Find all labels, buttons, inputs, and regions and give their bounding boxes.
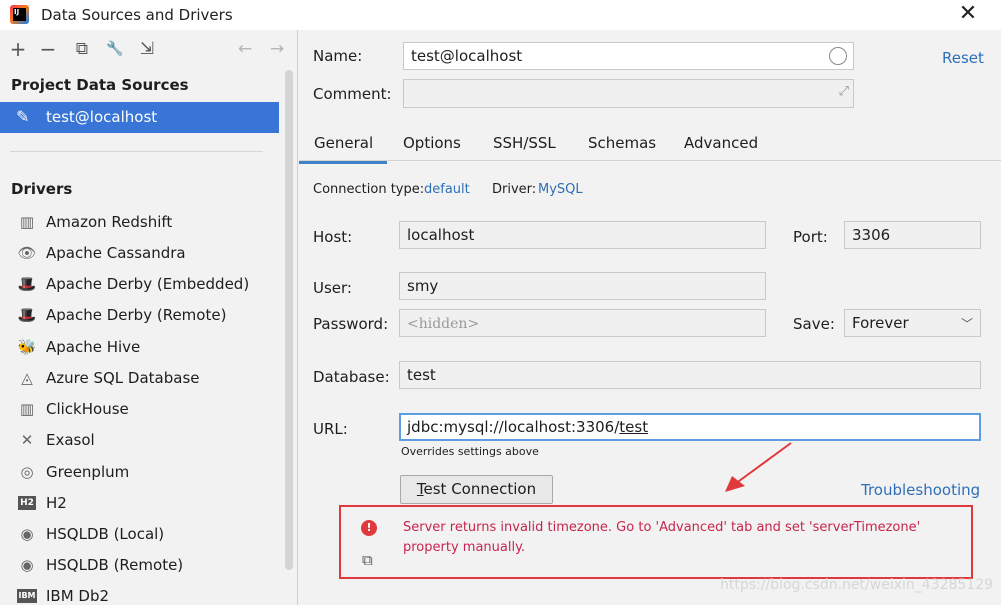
driver-label: Driver: [492, 182, 537, 197]
duplicate-icon[interactable]: ⧉ [71, 38, 93, 60]
driver-item[interactable]: 🐝 Apache Hive [0, 332, 280, 362]
active-tab-indicator [299, 161, 387, 164]
user-input[interactable]: smy [399, 272, 766, 300]
driver-item[interactable]: H2 H2 [0, 488, 280, 518]
back-arrow-icon[interactable]: ← [234, 38, 256, 60]
url-input[interactable]: jdbc:mysql://localhost:3306/test [399, 413, 981, 441]
password-input[interactable]: <hidden> [399, 309, 766, 337]
tab-general[interactable]: General [314, 134, 373, 152]
derby-hat-icon: 🎩 [17, 306, 37, 324]
azure-icon: ◬ [21, 369, 33, 387]
driver-item[interactable]: IBM IBM Db2 [0, 581, 280, 605]
mysql-dolphin-icon: ✎ [16, 107, 30, 126]
window-title: Data Sources and Drivers [41, 6, 233, 24]
tab-schemas[interactable]: Schemas [588, 134, 656, 152]
tab-bar: General Options SSH/SSL Schemas Advanced [299, 125, 1001, 161]
database-input[interactable]: test [399, 361, 981, 389]
driver-item[interactable]: ▥ Amazon Redshift [0, 207, 280, 237]
tab-ssh-ssl[interactable]: SSH/SSL [493, 134, 556, 152]
driver-item[interactable]: 👁 Apache Cassandra [0, 238, 280, 268]
host-input[interactable]: localhost [399, 221, 766, 249]
amazon-redshift-icon: ▥ [19, 213, 35, 231]
add-icon[interactable]: + [7, 38, 29, 60]
import-icon[interactable]: ⇲ [136, 38, 158, 60]
comment-input[interactable]: ⤢ [403, 79, 854, 108]
url-label: URL: [313, 420, 348, 438]
name-label: Name: [313, 47, 363, 65]
expand-icon[interactable]: ⤢ [839, 84, 849, 99]
troubleshooting-link[interactable]: Troubleshooting [861, 481, 980, 499]
comment-label: Comment: [313, 85, 392, 103]
remove-icon[interactable]: − [37, 38, 59, 60]
data-source-item-selected[interactable]: ✎ test@localhost [0, 102, 279, 133]
watermark: https://blog.csdn.net/weixin_43285129 [720, 577, 994, 593]
close-icon[interactable]: ✕ [956, 2, 980, 26]
right-panel: Name: test@localhost Reset Comment: ⤢ Ge… [299, 30, 1001, 605]
color-circle-icon[interactable] [829, 47, 847, 65]
left-panel: + − ⧉ 🔧 ⇲ ← → Project Data Sources ✎ tes… [0, 30, 298, 605]
port-label: Port: [793, 228, 828, 246]
hsqldb-icon: ◉ [20, 556, 34, 574]
forward-arrow-icon[interactable]: → [266, 38, 288, 60]
database-label: Database: [313, 368, 390, 386]
clickhouse-bars-icon: ▥ [19, 400, 35, 418]
copy-icon[interactable]: ⧉ [362, 551, 373, 569]
driver-item[interactable]: ◉ HSQLDB (Remote) [0, 550, 280, 580]
error-annotation-box: ! ⧉ Server returns invalid timezone. Go … [339, 505, 973, 579]
driver-link[interactable]: MySQL [538, 182, 583, 197]
exasol-x-icon: ✕ [20, 431, 34, 449]
error-message: Server returns invalid timezone. Go to '… [403, 520, 921, 555]
user-label: User: [313, 279, 352, 297]
tab-advanced[interactable]: Advanced [684, 134, 758, 152]
hsqldb-icon: ◉ [20, 525, 34, 543]
hive-bee-icon: 🐝 [17, 338, 37, 356]
driver-item[interactable]: ▥ ClickHouse [0, 394, 280, 424]
wrench-icon[interactable]: 🔧 [104, 38, 126, 60]
tab-options[interactable]: Options [403, 134, 461, 152]
left-scrollbar[interactable] [285, 70, 293, 570]
driver-item[interactable]: ◬ Azure SQL Database [0, 363, 280, 393]
driver-item[interactable]: 🎩 Apache Derby (Remote) [0, 300, 280, 330]
reset-link[interactable]: Reset [942, 49, 984, 67]
connection-type-label: Connection type: [313, 182, 425, 197]
connection-type-link[interactable]: default [424, 182, 470, 197]
driver-item[interactable]: ◎ Greenplum [0, 457, 280, 487]
project-data-sources-header: Project Data Sources [11, 76, 189, 94]
save-label: Save: [793, 315, 835, 333]
save-select[interactable]: Forever ﹀ [844, 309, 981, 337]
drivers-header: Drivers [11, 180, 73, 198]
test-connection-button[interactable]: Test Connection [400, 475, 553, 504]
annotation-arrow [725, 442, 792, 492]
name-input[interactable]: test@localhost [403, 42, 854, 70]
url-hint: Overrides settings above [401, 445, 539, 458]
greenplum-icon: ◎ [20, 463, 34, 481]
data-source-label: test@localhost [46, 108, 158, 126]
driver-item[interactable]: 🎩 Apache Derby (Embedded) [0, 269, 280, 299]
host-label: Host: [313, 228, 353, 246]
password-label: Password: [313, 315, 389, 333]
chevron-down-icon: ﹀ [960, 317, 973, 331]
divider [10, 151, 263, 152]
intellij-app-icon: IJ [10, 5, 29, 24]
error-icon: ! [361, 520, 377, 536]
driver-item[interactable]: ✕ Exasol [0, 425, 280, 455]
cassandra-eye-icon: 👁 [17, 244, 37, 262]
driver-item[interactable]: ◉ HSQLDB (Local) [0, 519, 280, 549]
port-input[interactable]: 3306 [844, 221, 981, 249]
derby-hat-icon: 🎩 [17, 275, 37, 293]
ibm-db2-icon: IBM [17, 589, 37, 603]
h2-icon: H2 [18, 496, 36, 510]
title-bar: IJ Data Sources and Drivers ✕ [0, 0, 1001, 30]
left-toolbar: + − ⧉ 🔧 ⇲ ← → [0, 38, 298, 62]
